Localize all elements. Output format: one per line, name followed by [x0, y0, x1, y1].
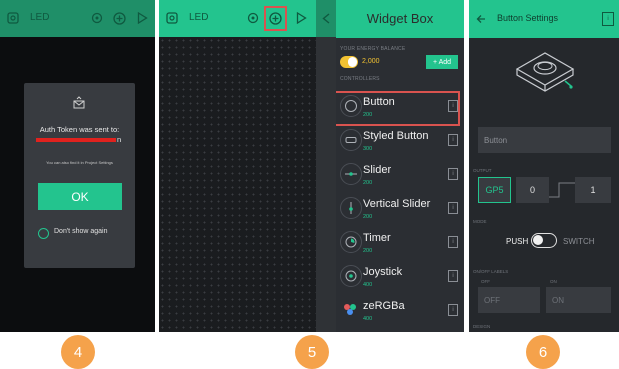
widget-cost: 200 [363, 180, 373, 186]
high-value-input[interactable]: 1 [575, 177, 611, 203]
mail-icon [71, 95, 87, 111]
info-icon[interactable]: i [448, 270, 458, 282]
output-section-label: OUTPUT [473, 168, 492, 173]
energy-section-label: YOUR ENERGY BALANCE [340, 46, 406, 52]
step-badge-6: 6 [526, 335, 560, 369]
widget-box-tab[interactable] [316, 0, 336, 37]
styled-button-icon [340, 129, 362, 151]
on-label-input[interactable]: ON [546, 287, 611, 313]
mode-toggle[interactable] [531, 233, 557, 248]
low-value-input[interactable]: 0 [516, 177, 549, 203]
widget-cost: 200 [363, 214, 373, 220]
widget-box-edge[interactable] [316, 0, 336, 332]
off-caption: OFF [481, 279, 490, 284]
info-icon[interactable]: i [448, 304, 458, 316]
widget-item-vertical-slider[interactable]: Vertical Slider 200 i [336, 194, 464, 228]
top-bar: LED [0, 0, 155, 37]
widget-name-input[interactable]: Button [478, 127, 611, 153]
button-settings-screen: Button Settings i Button OUTPUT GP5 0 1 … [469, 0, 619, 332]
widget-cost: 400 [363, 282, 373, 288]
top-bar: LED [159, 0, 316, 37]
widget-cost: 400 [363, 316, 373, 322]
info-icon[interactable]: i [448, 168, 458, 180]
info-icon[interactable]: i [448, 134, 458, 146]
devices-icon[interactable] [246, 11, 260, 25]
collapse-arrow-icon[interactable] [320, 12, 332, 25]
vertical-slider-icon [340, 197, 362, 219]
widget-name: Timer [363, 232, 391, 244]
design-section-label: DESIGN [473, 324, 491, 329]
widget-box-panel: Widget Box YOUR ENERGY BALANCE 2,000 + A… [336, 0, 464, 332]
widget-name: Slider [363, 164, 392, 176]
auth-token-message: Auth Token was sent to: [39, 125, 120, 134]
off-label-input[interactable]: OFF [478, 287, 540, 313]
timer-icon [340, 231, 362, 253]
onoff-section-label: ON/OFF LABELS [473, 269, 509, 274]
info-icon[interactable]: i [448, 236, 458, 248]
zergba-icon [340, 299, 360, 319]
widget-item-slider[interactable]: Slider 200 i [336, 160, 464, 194]
settings-title: Button Settings [497, 13, 559, 23]
widget-name: Vertical Slider [363, 198, 431, 210]
widget-name: zeRGBa [363, 300, 405, 312]
email-suffix: n [117, 135, 122, 144]
widget-item-joystick[interactable]: Joystick 400 i [336, 262, 464, 296]
redacted-email [36, 138, 116, 142]
on-caption: ON [550, 279, 557, 284]
dont-show-checkbox[interactable] [38, 228, 49, 239]
energy-balance: 2,000 [362, 58, 380, 65]
phone-screen-project-canvas: LED [159, 0, 336, 332]
slider-icon [340, 163, 362, 185]
widget-box-title: Widget Box [366, 11, 434, 26]
controllers-section-label: CONTROLLERS [340, 76, 380, 82]
mode-section-label: MODE [473, 219, 487, 224]
widget-cost: 200 [363, 248, 373, 254]
devices-icon[interactable] [90, 11, 104, 25]
project-settings-icon[interactable] [6, 11, 20, 25]
auth-token-dialog: Auth Token was sent to: n You can also f… [24, 83, 135, 268]
add-widget-icon[interactable] [268, 11, 282, 25]
info-icon[interactable]: i [602, 12, 614, 26]
mode-push-label: PUSH [506, 237, 529, 246]
widget-cost: 300 [363, 146, 373, 152]
ok-button[interactable]: OK [38, 183, 122, 210]
project-title: LED [189, 12, 209, 23]
project-title: LED [30, 12, 50, 23]
dont-show-label: Don't show again [54, 228, 108, 235]
step-badge-4: 4 [61, 335, 95, 369]
play-icon[interactable] [135, 11, 149, 25]
widget-item-zergba[interactable]: zeRGBa 400 i [336, 296, 464, 330]
widget-item-timer[interactable]: Timer 200 i [336, 228, 464, 262]
settings-hint: You can also find it in Project Settings [46, 160, 113, 165]
info-icon[interactable]: i [448, 202, 458, 214]
button-widget-illustration [511, 43, 579, 105]
back-arrow-icon[interactable] [474, 12, 488, 26]
range-connector-icon [549, 182, 575, 198]
dashboard-canvas[interactable] [159, 37, 316, 332]
add-energy-button[interactable]: + Add [426, 55, 458, 69]
play-icon[interactable] [294, 11, 308, 25]
widget-name: Styled Button [363, 130, 429, 142]
widget-name: Joystick [363, 266, 403, 278]
step-badge-5: 5 [295, 335, 329, 369]
phone-screen-auth-token: LED Auth Token was sent to: n You can al… [0, 0, 155, 332]
widget-box-header: Widget Box [336, 0, 464, 38]
joystick-icon [340, 265, 362, 287]
pin-selector[interactable]: GP5 [478, 177, 511, 203]
energy-battery-icon [340, 56, 358, 68]
settings-header: Button Settings i [469, 0, 619, 38]
button-widget-highlight [336, 91, 460, 126]
widget-item-styled-button[interactable]: Styled Button 300 i [336, 126, 464, 160]
add-widget-icon[interactable] [112, 11, 126, 25]
mode-switch-label: SWITCH [563, 237, 595, 246]
project-settings-icon[interactable] [165, 11, 179, 25]
